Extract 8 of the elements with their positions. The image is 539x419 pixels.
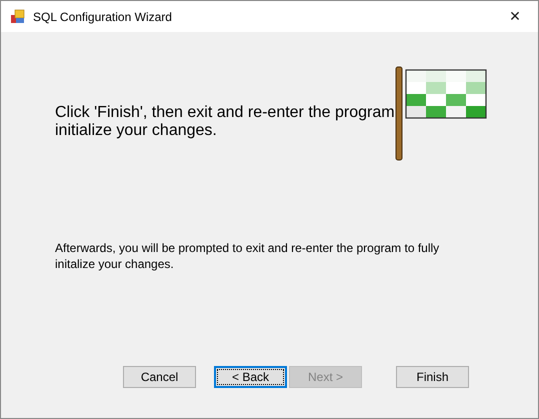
window-title: SQL Configuration Wizard bbox=[33, 10, 173, 24]
wizard-button[interactable]: Cancel bbox=[123, 366, 196, 388]
wizard-button[interactable]: < Back bbox=[214, 366, 287, 388]
info-text: Afterwards, you will be prompted to exit and re-enter the program to fully initalize your changes. bbox=[55, 240, 440, 272]
wizard-button[interactable]: Finish bbox=[396, 366, 469, 388]
heading-text: Click 'Finish', then exit and re-enter the program initialize your changes. bbox=[55, 104, 395, 140]
close-button[interactable]: ✕ bbox=[492, 1, 538, 32]
app-icon bbox=[10, 8, 26, 24]
